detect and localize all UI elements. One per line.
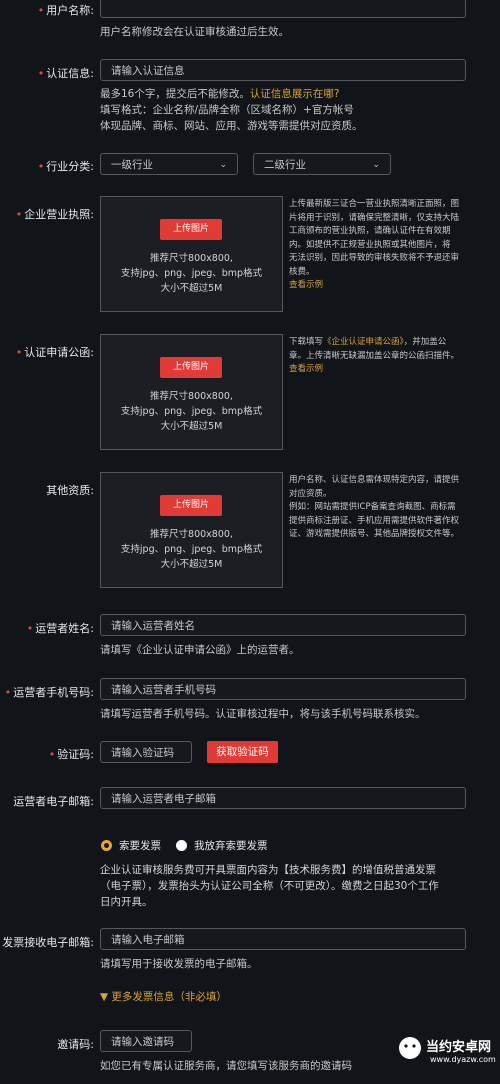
chevron-down-icon: ⌄ <box>219 160 227 170</box>
industry-first-select[interactable]: 一级行业 ⌄ <box>100 153 238 175</box>
other-qual-upload-area[interactable]: 上传图片 推荐尺寸800x800, 支持jpg、png、jpeg、bmp格式 大小不… <box>100 472 283 588</box>
upload-image-button[interactable]: 上传图片 <box>160 219 222 240</box>
view-example-link[interactable]: 查看示例 <box>289 363 485 377</box>
operator-name-label: • 运营者姓名: <box>26 622 94 635</box>
application-letter-note: 下载填写《企业认证申请公函》，并加盖公 章。上传清晰无缺漏加盖公章的公函扫描件。… <box>289 336 485 377</box>
invoice-yes-radio[interactable] <box>101 840 112 851</box>
view-example-link[interactable]: 查看示例 <box>289 279 485 293</box>
upload-spec: 推荐尺寸800x800, 支持jpg、png、jpeg、bmp格式 大小不超过5M <box>120 253 263 294</box>
invoice-no-label: 我放弃索要发票 <box>194 840 268 852</box>
operator-phone-hint: 请填写运营者手机号码。认证审核过程中，将与该手机号码联系核实。 <box>100 708 426 720</box>
business-license-label: • 企业营业执照: <box>15 208 94 221</box>
upload-spec: 推荐尺寸800x800, 支持jpg、png、jpeg、bmp格式 大小不超过5M <box>120 529 263 570</box>
cert-info-input[interactable]: 请输入认证信息 <box>100 59 466 81</box>
invoice-desc: 企业认证审核服务费可开具票面内容为【技术服务费】的增值税普通发票 （电子票），发票… <box>100 864 439 908</box>
operator-phone-label: • 运营者手机号码: <box>4 686 94 699</box>
cert-info-hint: 最多16个字，提交后不能修改。认证信息展示在哪? 填写格式：企业名称/品牌全称（… <box>100 88 363 132</box>
verify-code-input[interactable]: 请输入验证码 <box>100 741 192 763</box>
other-qual-label: 其他资质: <box>46 484 94 497</box>
upload-image-button[interactable]: 上传图片 <box>160 357 222 378</box>
cert-info-label: • 认证信息: <box>37 67 94 80</box>
more-invoice-toggle[interactable]: ▼ 更多发票信息（非必填） <box>100 989 227 1004</box>
chevron-down-icon: ⌄ <box>372 160 380 170</box>
invoice-email-hint: 请填写用于接收发票的电子邮箱。 <box>100 958 258 970</box>
watermark-brand: 当约安卓网 <box>426 1040 492 1055</box>
username-input[interactable] <box>100 0 466 18</box>
invoice-no-radio[interactable] <box>176 840 187 851</box>
application-letter-label: • 认证申请公函: <box>15 346 94 359</box>
business-license-note: 上传最新版三证合一营业执照清晰正面照，图 片将用于识别，请确保完整清晰，仅支持大陆… <box>289 198 485 293</box>
username-label: • 用户名称: <box>37 4 94 17</box>
invoice-email-label: 发票接收电子邮箱: <box>2 936 94 949</box>
industry-second-select[interactable]: 二级行业 ⌄ <box>253 153 391 175</box>
upload-spec: 推荐尺寸800x800, 支持jpg、png、jpeg、bmp格式 大小不超过5M <box>120 391 263 432</box>
operator-name-input[interactable]: 请输入运营者姓名 <box>100 614 466 636</box>
invite-code-input[interactable]: 请输入邀请码 <box>100 1030 192 1052</box>
operator-phone-input[interactable]: 请输入运营者手机号码 <box>100 678 466 700</box>
operator-email-input[interactable]: 请输入运营者电子邮箱 <box>100 787 466 809</box>
application-letter-upload-area[interactable]: 上传图片 推荐尺寸800x800, 支持jpg、png、jpeg、bmp格式 大小不… <box>100 334 283 450</box>
invite-code-hint: 如您已有专属认证服务商，请您填写该服务商的邀请码 <box>100 1060 352 1072</box>
invite-code-label: 邀请码: <box>57 1038 94 1051</box>
cert-info-link[interactable]: 认证信息展示在哪? <box>250 88 340 100</box>
get-verify-code-button[interactable]: 获取验证码 <box>207 741 278 763</box>
other-qual-note: 用户名称、认证信息需体现特定内容，请提供 对应资质。 例如：网站需提供ICP备案查… <box>289 475 460 539</box>
invoice-email-input[interactable]: 请输入电子邮箱 <box>100 928 466 950</box>
invoice-yes-label: 索要发票 <box>119 840 161 852</box>
watermark-logo: 当约安卓网 www.dyazw.com <box>396 1024 496 1080</box>
watermark-url: www.dyazw.com <box>430 1055 496 1064</box>
operator-email-label: 运营者电子邮箱: <box>13 795 94 808</box>
username-hint: 用户名称修改会在认证审核通过后生效。 <box>100 26 289 38</box>
upload-image-button[interactable]: 上传图片 <box>160 495 222 516</box>
caret-down-icon: ▼ <box>100 991 109 1003</box>
business-license-upload-area[interactable]: 上传图片 推荐尺寸800x800, 支持jpg、png、jpeg、bmp格式 大小不… <box>100 196 283 312</box>
industry-label: • 行业分类: <box>37 160 94 173</box>
download-letter-link[interactable]: 《企业认证申请公函》 <box>323 337 404 347</box>
operator-name-hint: 请填写《企业认证申请公函》上的运营者。 <box>100 644 300 656</box>
verify-code-label: • 验证码: <box>48 748 94 761</box>
